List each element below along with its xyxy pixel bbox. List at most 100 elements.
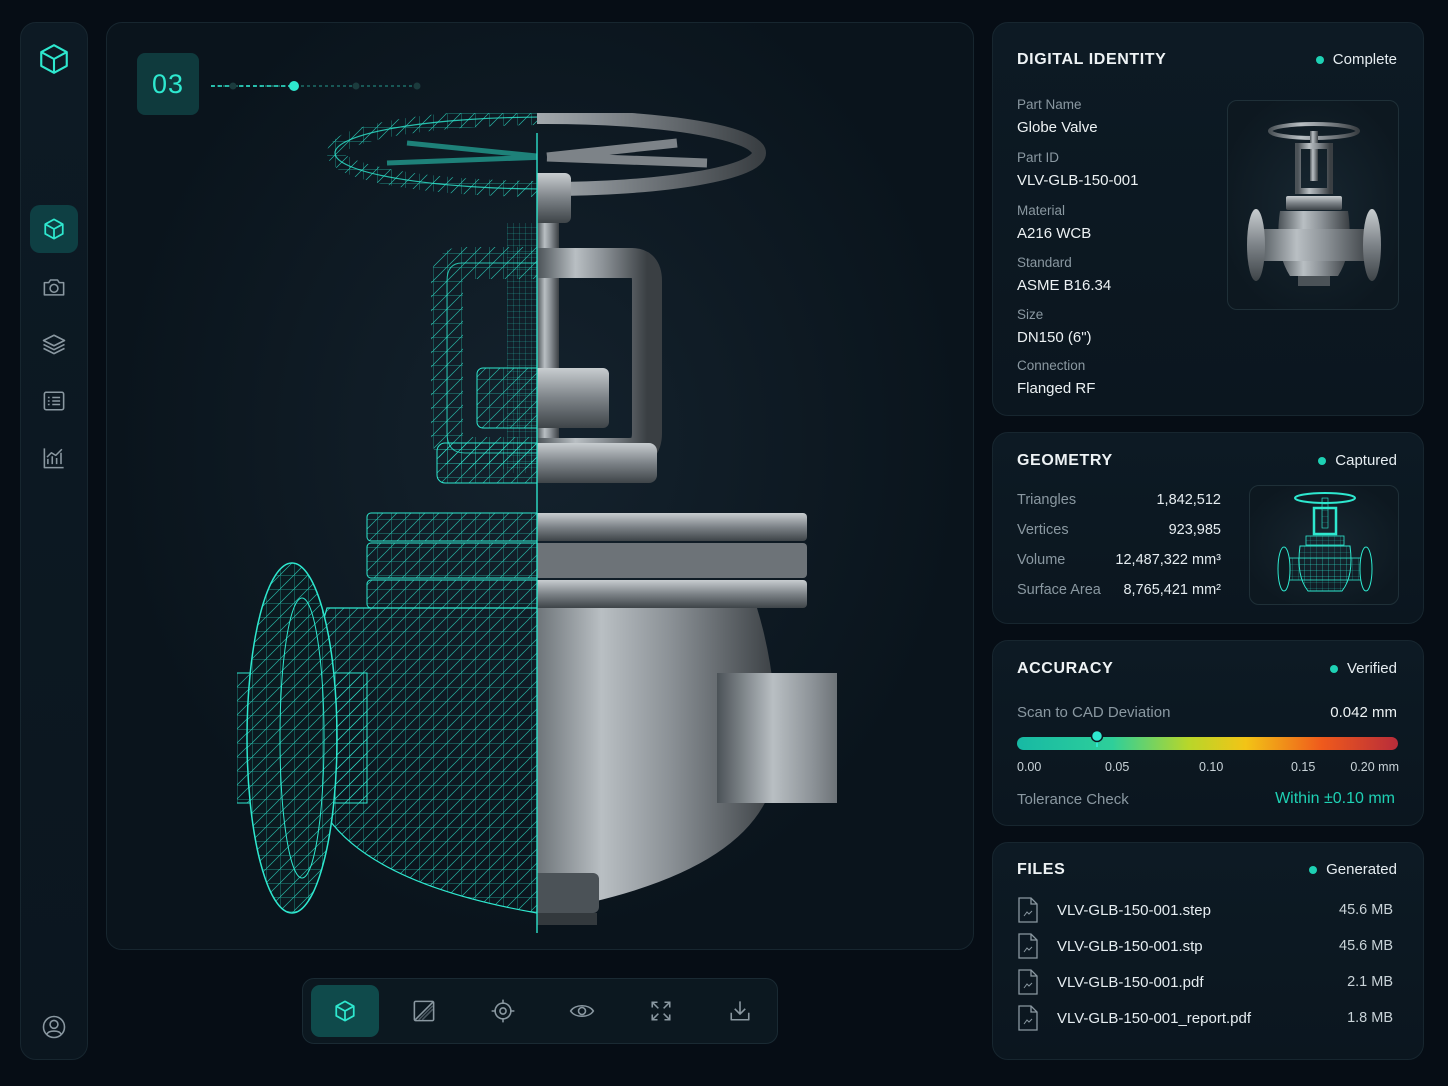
file-size: 45.6 MB	[1339, 902, 1393, 918]
section-view-button[interactable]	[390, 985, 458, 1037]
status-badge: Captured	[1318, 452, 1397, 469]
field-value: Flanged RF	[1017, 380, 1096, 397]
visibility-button[interactable]	[548, 985, 616, 1037]
fullscreen-button[interactable]	[627, 985, 695, 1037]
step-progress	[211, 81, 421, 91]
measure-target-button[interactable]	[469, 985, 537, 1037]
deviation-scale	[1017, 729, 1398, 750]
file-icon	[1018, 897, 1038, 923]
model-viewport[interactable]: 03	[106, 22, 974, 950]
download-button[interactable]	[706, 985, 774, 1037]
camera-icon	[43, 279, 65, 296]
tick-label: 0.00	[1017, 760, 1042, 774]
tolerance-value: Within ±0.10 mm	[1275, 790, 1395, 807]
part-photo-thumbnail[interactable]	[1227, 100, 1399, 310]
field-value: Globe Valve	[1017, 119, 1098, 136]
field-label: Size	[1017, 307, 1044, 322]
metric-label: Surface Area	[1017, 582, 1101, 598]
file-name: VLV-GLB-150-001.stp	[1057, 938, 1203, 955]
card-title: ACCURACY	[1017, 660, 1114, 677]
geometry-card: GEOMETRY Captured Triangles 1,842,512 Ve…	[992, 432, 1424, 624]
field-value: A216 WCB	[1017, 225, 1092, 242]
card-title: FILES	[1017, 861, 1066, 878]
metric-value: 12,487,322 mm³	[1115, 552, 1221, 568]
list-icon	[43, 391, 65, 411]
deviation-label: Scan to CAD Deviation	[1017, 704, 1171, 721]
file-icon	[1018, 933, 1038, 959]
view-3d-button[interactable]	[311, 985, 379, 1037]
status-text: Generated	[1326, 861, 1397, 878]
deviation-value: 0.042 mm	[1330, 704, 1397, 721]
status-badge: Verified	[1329, 660, 1397, 677]
step-dot-current	[289, 81, 299, 91]
field-value: VLV-GLB-150-001	[1017, 172, 1139, 189]
field-value: DN150 (6")	[1017, 329, 1092, 346]
file-size: 45.6 MB	[1339, 938, 1393, 954]
metric-value: 8,765,421 mm²	[1123, 582, 1221, 598]
mesh-thumbnail[interactable]	[1249, 485, 1399, 605]
digital-identity-card: DIGITAL IDENTITY Complete Part Name Glob…	[992, 22, 1424, 416]
cube-icon	[44, 218, 64, 240]
file-row[interactable]: VLV-GLB-150-001.step 45.6 MB	[1017, 897, 1399, 925]
tick-label: 0.10	[1199, 760, 1224, 774]
step-dot	[413, 82, 421, 90]
field-label: Part Name	[1017, 97, 1082, 112]
valve-3d-model[interactable]	[237, 113, 837, 933]
metric-value: 1,842,512	[1156, 492, 1221, 508]
status-text: Captured	[1335, 452, 1397, 469]
download-icon	[730, 1001, 750, 1021]
field-label: Connection	[1017, 358, 1086, 373]
metric-label: Volume	[1017, 552, 1066, 568]
target-icon	[491, 999, 515, 1023]
deviation-ticks: 0.00 0.05 0.10 0.15 0.20 mm	[1017, 760, 1399, 776]
card-title: DIGITAL IDENTITY	[1017, 51, 1167, 68]
viewport-toolbar	[302, 978, 778, 1044]
sidebar-item-analytics[interactable]	[30, 434, 78, 482]
field-label: Part ID	[1017, 150, 1060, 165]
status-text: Verified	[1346, 660, 1397, 677]
status-badge: Generated	[1309, 861, 1397, 878]
step-dot	[229, 82, 237, 90]
file-icon	[1018, 969, 1038, 995]
sidebar-item-list[interactable]	[30, 377, 78, 425]
status-dot	[1318, 456, 1327, 465]
file-name: VLV-GLB-150-001.pdf	[1057, 974, 1204, 991]
valve-mesh-preview	[1277, 492, 1373, 592]
status-dot	[1309, 865, 1318, 874]
metric-value: 923,985	[1168, 522, 1221, 538]
tick-label: 0.20 mm	[1350, 760, 1399, 774]
tick-label: 0.15	[1291, 760, 1316, 774]
logo-cube-icon	[30, 35, 78, 83]
cube-icon	[335, 1000, 355, 1022]
user-icon	[42, 1015, 66, 1039]
status-dot	[1329, 664, 1338, 673]
file-row[interactable]: VLV-GLB-150-001.stp 45.6 MB	[1017, 933, 1399, 961]
step-badge: 03	[137, 53, 199, 115]
field-label: Standard	[1017, 255, 1072, 270]
file-row[interactable]: VLV-GLB-150-001.pdf 2.1 MB	[1017, 969, 1399, 997]
eye-icon	[569, 1004, 595, 1018]
status-badge: Complete	[1315, 51, 1397, 68]
field-label: Material	[1017, 203, 1066, 218]
chart-icon	[43, 448, 64, 469]
sidebar-item-layers[interactable]	[30, 320, 78, 368]
deviation-gradient-bar	[1017, 737, 1398, 750]
file-size: 1.8 MB	[1347, 1010, 1393, 1026]
sidebar	[20, 22, 88, 1060]
file-size: 2.1 MB	[1347, 974, 1393, 990]
status-text: Complete	[1332, 51, 1397, 68]
status-dot	[1315, 55, 1324, 64]
files-card: FILES Generated VLV-GLB-150-001.step 45.…	[992, 842, 1424, 1060]
field-value: ASME B16.34	[1017, 277, 1112, 294]
accuracy-card: ACCURACY Verified Scan to CAD Deviation …	[992, 640, 1424, 826]
sidebar-item-capture[interactable]	[30, 263, 78, 311]
sidebar-item-model[interactable]	[30, 205, 78, 253]
sidebar-item-account[interactable]	[30, 1003, 78, 1051]
tick-label: 0.05	[1105, 760, 1130, 774]
tolerance-label: Tolerance Check	[1017, 791, 1129, 808]
layers-icon	[42, 334, 66, 355]
file-row[interactable]: VLV-GLB-150-001_report.pdf 1.8 MB	[1017, 1005, 1399, 1033]
file-name: VLV-GLB-150-001_report.pdf	[1057, 1010, 1252, 1027]
valve-photo	[1247, 122, 1381, 286]
card-title: GEOMETRY	[1017, 452, 1113, 469]
